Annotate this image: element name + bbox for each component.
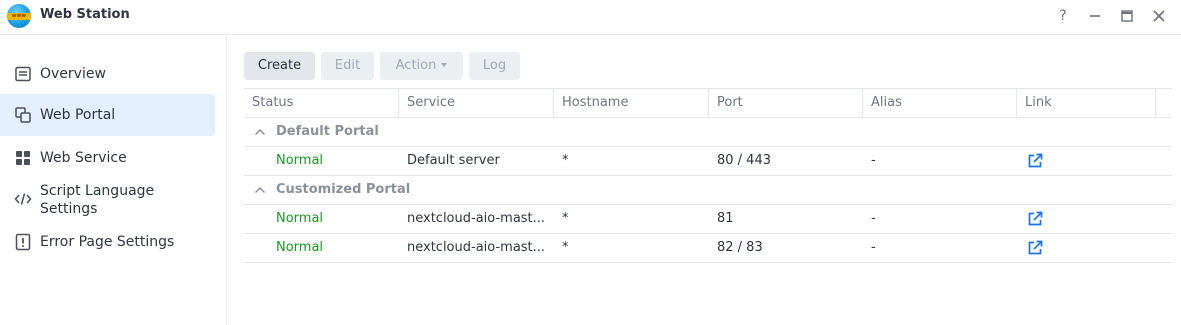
log-button[interactable]: Log [469,52,520,80]
window-title: Web Station [40,7,130,22]
action-button[interactable]: Action [380,52,463,80]
hostname-cell: * [562,153,569,168]
service-cell: Default server [407,153,500,168]
close-icon[interactable] [1149,6,1169,26]
column-header-status[interactable]: Status [244,89,399,117]
chevron-up-icon[interactable] [254,127,266,137]
external-link-icon[interactable] [1027,240,1043,256]
external-link-icon[interactable] [1027,211,1043,227]
app-icon-text: www [7,13,31,20]
code-icon [14,193,32,205]
table-header: Status Service Hostname Port Alias Link [244,88,1172,118]
help-icon[interactable]: ? [1053,6,1073,26]
sidebar: Overview Web Portal Web Service Script L… [0,36,227,325]
sidebar-item-error-page-settings[interactable]: Error Page Settings [0,226,215,258]
sidebar-item-web-portal[interactable]: Web Portal [0,94,215,136]
chevron-down-icon [441,62,448,67]
column-header-link[interactable]: Link [1017,89,1156,117]
title-bar: www Web Station ? [0,0,1181,35]
sidebar-item-web-service[interactable]: Web Service [0,142,215,174]
table-row[interactable]: Normal nextcloud-aio-mast... * 82 / 83 - [244,234,1172,263]
sidebar-item-label: Error Page Settings [40,234,175,250]
port-cell: 82 / 83 [717,240,763,255]
service-cell: nextcloud-aio-mast... [407,240,546,255]
web-station-app-icon: www [7,4,31,28]
column-header-port[interactable]: Port [709,89,863,117]
column-header-hostname[interactable]: Hostname [554,89,709,117]
create-button[interactable]: Create [244,52,315,80]
minimize-icon[interactable] [1085,6,1105,26]
sidebar-item-overview[interactable]: Overview [0,58,215,90]
alias-cell: - [871,211,876,226]
error-page-icon [15,233,31,251]
port-cell: 80 / 443 [717,153,771,168]
action-button-label: Action [395,58,437,73]
hostname-cell: * [562,211,569,226]
group-row-default-portal[interactable]: Default Portal [244,118,1172,147]
edit-button[interactable]: Edit [321,52,374,80]
column-header-alias[interactable]: Alias [863,89,1017,117]
group-label: Default Portal [276,124,379,139]
status-cell: Normal [276,240,324,255]
group-label: Customized Portal [276,182,411,197]
overview-icon [15,66,31,82]
sidebar-item-label-line2: Settings [40,201,98,217]
chevron-up-icon[interactable] [254,185,266,195]
sidebar-item-label: Web Portal [40,107,116,123]
alias-cell: - [871,153,876,168]
column-header-service[interactable]: Service [399,89,554,117]
alias-cell: - [871,240,876,255]
service-cell: nextcloud-aio-mast... [407,211,546,226]
hostname-cell: * [562,240,569,255]
port-cell: 81 [717,211,734,226]
table-row[interactable]: Normal Default server * 80 / 443 - [244,147,1172,176]
web-service-icon [16,151,30,165]
table-row[interactable]: Normal nextcloud-aio-mast... * 81 - [244,205,1172,234]
maximize-icon[interactable] [1117,6,1137,26]
sidebar-item-label: Web Service [40,150,127,166]
status-cell: Normal [276,153,324,168]
sidebar-item-label: Overview [40,66,106,82]
sidebar-item-label-line1: Script Language [40,183,155,199]
web-portal-icon [15,107,31,123]
external-link-icon[interactable] [1027,153,1043,169]
sidebar-item-script-language-settings[interactable]: Script Language Settings [0,178,215,220]
group-row-customized-portal[interactable]: Customized Portal [244,176,1172,205]
status-cell: Normal [276,211,324,226]
